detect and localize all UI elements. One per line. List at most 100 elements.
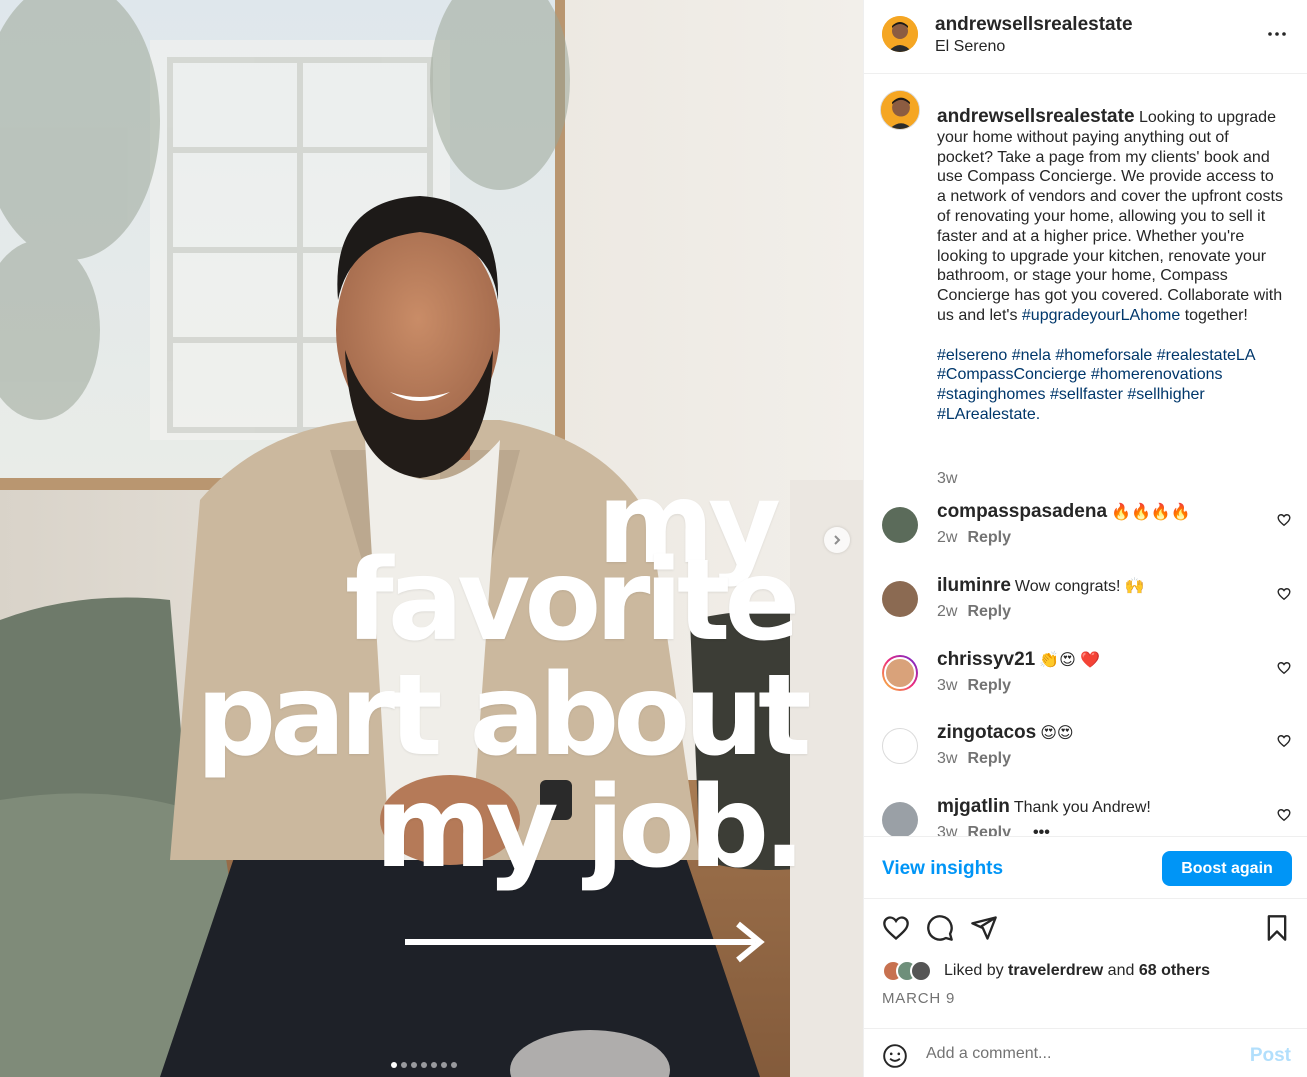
commenter-avatar[interactable] (882, 655, 918, 691)
comment-item: chrissyv21 👏😍 ❤️ 3w Reply (880, 649, 1300, 719)
comment-meta: 3w Reply (937, 750, 1011, 768)
commenter-username[interactable]: compasspasadena (937, 501, 1107, 522)
bookmark-icon[interactable] (1263, 914, 1291, 947)
reply-button[interactable]: Reply (967, 677, 1011, 694)
caption-timestamp[interactable]: 3w (937, 470, 957, 488)
add-comment-bar: Post (864, 1028, 1307, 1077)
liker-avatars (882, 960, 944, 982)
hashtag-link[interactable]: #elsereno (937, 347, 1007, 364)
commenter-avatar[interactable] (882, 507, 918, 543)
reply-button[interactable]: Reply (967, 824, 1011, 836)
hashtag-link[interactable]: #upgradeyourLAhome (1022, 307, 1180, 324)
comment-text: compasspasadena 🔥🔥🔥🔥 (937, 501, 1191, 523)
hashtag-link[interactable]: #nela (1012, 347, 1051, 364)
reply-button[interactable]: Reply (967, 750, 1011, 767)
carousel-dot (411, 1062, 417, 1068)
carousel-dot (451, 1062, 457, 1068)
comment-timestamp[interactable]: 2w (937, 529, 957, 546)
hashtag-link[interactable]: #realestateLA (1157, 347, 1255, 364)
comment-body: Thank you Andrew! (1013, 799, 1151, 816)
heart-icon[interactable] (882, 914, 910, 947)
comment-heart-icon[interactable] (1277, 661, 1291, 680)
post-image[interactable]: my favorite part about my job. (0, 0, 863, 1077)
chevron-right-icon (834, 535, 841, 545)
hashtag-link[interactable]: #sellhigher (1127, 386, 1204, 403)
comment-timestamp[interactable]: 2w (937, 603, 957, 620)
liker-avatar (910, 960, 932, 982)
likes-others-link[interactable]: 68 others (1139, 962, 1210, 980)
comment-timestamp[interactable]: 3w (937, 677, 957, 694)
hashtag-link[interactable]: #homerenovations (1091, 366, 1223, 383)
author-username[interactable]: andrewsellsrealestate (935, 14, 1133, 36)
hashtag-link[interactable]: #sellfaster (1050, 386, 1123, 403)
carousel-dot (431, 1062, 437, 1068)
comment-meta: 3w Reply (937, 677, 1011, 695)
commenter-username[interactable]: zingotacos (937, 722, 1036, 743)
reply-button[interactable]: Reply (967, 603, 1011, 620)
commenter-avatar[interactable] (882, 802, 918, 836)
comment-body: 😍😍 (1040, 725, 1074, 742)
view-insights-link[interactable]: View insights (882, 858, 1003, 880)
boost-again-button[interactable]: Boost again (1162, 851, 1292, 886)
reply-button[interactable]: Reply (967, 529, 1011, 546)
commenter-avatar[interactable] (882, 581, 918, 617)
likes-and: and (1107, 962, 1135, 979)
carousel-dot (441, 1062, 447, 1068)
commenter-username[interactable]: chrissyv21 (937, 649, 1035, 670)
overlay-text-line-4: my job. (375, 763, 806, 893)
post-actions: Liked by travelerdrew and 68 others MARC… (864, 900, 1307, 1027)
comment-item: zingotacos 😍😍 3w Reply (880, 722, 1300, 792)
caption-body-text-end: together! (1184, 306, 1248, 324)
carousel-indicator (391, 1062, 457, 1068)
hashtag-link[interactable]: #LArealestate. (937, 406, 1040, 423)
hashtag-link[interactable]: #homeforsale (1055, 347, 1152, 364)
carousel-next-button[interactable] (824, 527, 850, 553)
comment-body: 👏😍 ❤️ (1039, 652, 1101, 669)
comment-item: iluminre Wow congrats! 🙌 2w Reply (880, 575, 1300, 645)
carousel-dot (391, 1062, 397, 1068)
comment-item: compasspasadena 🔥🔥🔥🔥 2w Reply (880, 501, 1300, 571)
comment-item: mjgatlin Thank you Andrew! 3w Reply ••• (880, 796, 1300, 836)
comments-list[interactable]: andrewsellsrealestate Looking to upgrade… (864, 75, 1307, 836)
caption-avatar[interactable] (880, 90, 920, 130)
comment-heart-icon[interactable] (1277, 513, 1291, 532)
commenter-username[interactable]: mjgatlin (937, 796, 1010, 817)
comment-heart-icon[interactable] (1277, 808, 1291, 827)
carousel-dot (421, 1062, 427, 1068)
comment-text: iluminre Wow congrats! 🙌 (937, 575, 1145, 597)
comment-text: zingotacos 😍😍 (937, 722, 1074, 744)
caption-body-text: Looking to upgrade your home without pay… (937, 109, 1283, 324)
more-icon[interactable] (1267, 24, 1287, 49)
comment-text: chrissyv21 👏😍 ❤️ (937, 649, 1100, 671)
likes-prefix: Liked by (944, 962, 1004, 979)
comment-body: Wow congrats! 🙌 (1014, 578, 1145, 595)
share-icon[interactable] (970, 914, 998, 947)
post-header: andrewsellsrealestate El Sereno (864, 0, 1307, 74)
comment-heart-icon[interactable] (1277, 734, 1291, 753)
overlay-text-line-2: favorite (345, 536, 800, 666)
more-icon[interactable]: ••• (1033, 824, 1050, 836)
author-avatar[interactable] (882, 16, 918, 52)
commenter-username[interactable]: iluminre (937, 575, 1011, 596)
commenter-avatar[interactable] (882, 728, 918, 764)
overlay-text-line-3: part about (196, 651, 811, 781)
comment-icon[interactable] (926, 914, 954, 947)
caption-username[interactable]: andrewsellsrealestate (937, 106, 1135, 127)
hashtag-link[interactable]: #CompassConcierge (937, 366, 1086, 383)
insights-bar: View insights Boost again (864, 836, 1307, 899)
comment-meta: 2w Reply (937, 603, 1011, 621)
post-sidebar: andrewsellsrealestate El Sereno andrewse… (863, 0, 1307, 1077)
likes-summary[interactable]: Liked by travelerdrew and 68 others (882, 960, 1210, 982)
hashtag-link[interactable]: #staginghomes (937, 386, 1046, 403)
comment-input[interactable] (926, 1041, 1226, 1067)
liker-username[interactable]: travelerdrew (1008, 962, 1103, 980)
smile-icon[interactable] (882, 1043, 908, 1074)
post-comment-button[interactable]: Post (1250, 1045, 1291, 1067)
post-location[interactable]: El Sereno (935, 38, 1005, 56)
comment-timestamp[interactable]: 3w (937, 824, 957, 836)
comment-text: mjgatlin Thank you Andrew! (937, 796, 1151, 818)
comment-body: 🔥🔥🔥🔥 (1111, 504, 1191, 521)
comment-timestamp[interactable]: 3w (937, 750, 957, 767)
comment-heart-icon[interactable] (1277, 587, 1291, 606)
post-date[interactable]: MARCH 9 (882, 990, 955, 1007)
